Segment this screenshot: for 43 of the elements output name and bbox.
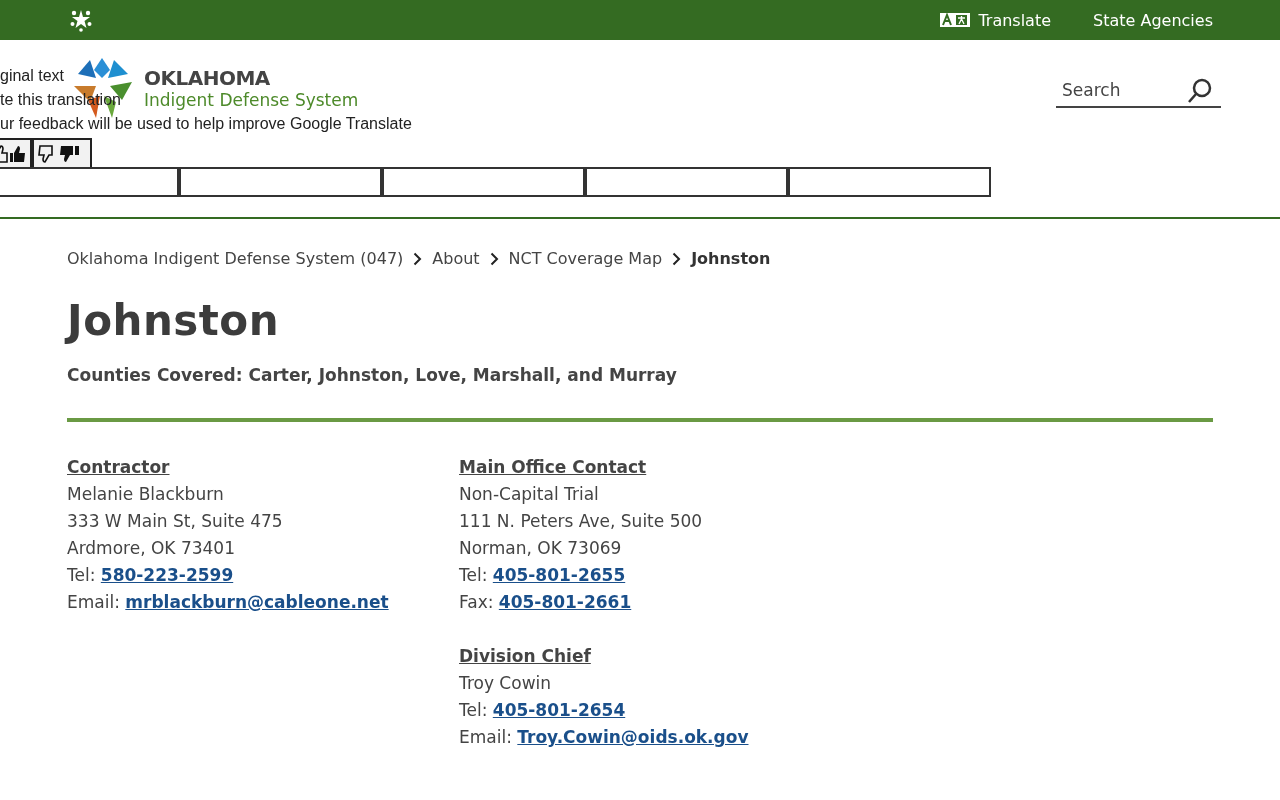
contact-label: Email: [459,727,512,747]
contact-label: Tel: [67,565,96,585]
counties-text: Counties Covered: Carter, Johnston, Love, Marshall, and Murray [67,365,678,385]
contact-text: Melanie Blackburn [67,483,225,506]
search-field[interactable]: Search [1056,74,1221,108]
translate-icon [940,13,971,27]
contact-text: Troy Cowin [459,672,553,695]
logo-title: OKLAHOMA [144,66,271,90]
breadcrumb-link[interactable]: Oklahoma Indigent Defense System (047) [67,249,404,268]
breadcrumb-link[interactable]: NCT Coverage Map [508,249,663,268]
contact-text: Norman, OK 73069 [459,537,623,560]
contact-link[interactable]: 405-801-2661 [498,592,632,612]
translate-link[interactable]: Translate [940,10,1052,30]
contact-label: Email: [67,592,120,612]
chevron-right-icon [413,251,423,266]
contact-label: Fax: [459,592,494,612]
contact-text: Ardmore, OK 73401 [67,537,236,560]
contact-link[interactable]: 405-801-2654 [492,700,626,720]
breadcrumb-link[interactable]: Johnston [691,249,771,268]
chevron-right-icon [489,251,499,266]
thumbs-up-button[interactable] [0,138,32,169]
contact-label: Tel: [459,565,488,585]
contact-text: Non-Capital Trial [459,483,600,506]
section-heading[interactable]: Division Chief [459,643,591,670]
thumbs-down-button[interactable] [32,138,92,169]
contact-link[interactable]: mrblackburn@cableone.net [125,592,389,612]
translate-feedback-text: ur feedback will be used to help improve Google Translate [0,114,412,134]
chevron-right-icon [672,251,682,266]
section-heading[interactable]: Main Office Contact [459,454,647,481]
search-icon[interactable] [1187,78,1213,104]
breadcrumb-link[interactable]: About [432,249,480,268]
translate-feedback-text: ginal text [0,66,65,86]
contact-label: Tel: [459,700,488,720]
state-agencies-link[interactable]: State Agencies [1093,10,1213,30]
star-emblem-icon[interactable] [69,8,93,32]
contact-text: 333 W Main St, Suite 475 [67,510,284,533]
logo-subtitle: Indigent Defense System [144,90,359,110]
contact-link[interactable]: 580-223-2599 [100,565,234,585]
thumbs-up-icon [0,143,28,164]
contact-text: 111 N. Peters Ave, Suite 500 [459,510,704,533]
contact-link[interactable]: 405-801-2655 [492,565,626,585]
section-heading[interactable]: Contractor [67,454,170,481]
contact-link[interactable]: Troy.Cowin@oids.ok.gov [517,727,749,747]
